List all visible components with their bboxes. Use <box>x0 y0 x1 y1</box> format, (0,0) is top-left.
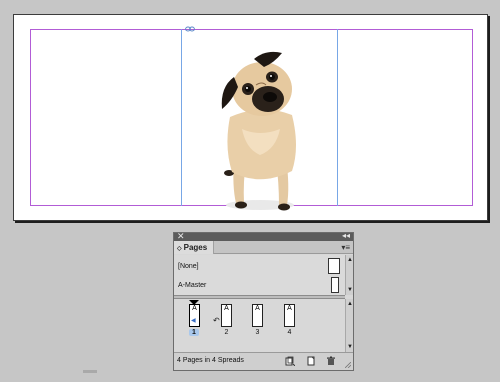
page-1[interactable]: A ◀ 1 ↶ <box>186 300 220 336</box>
page-master-prefix: A <box>255 305 260 312</box>
master-none-label[interactable]: [None] <box>178 263 199 270</box>
page-thumbnail[interactable]: A <box>284 304 295 327</box>
scroll-down-icon[interactable]: ▼ <box>346 286 354 294</box>
panel-menu-icon[interactable]: ▾≡ <box>341 242 350 253</box>
column-guide-left[interactable] <box>181 29 182 206</box>
page-3[interactable]: A 3 <box>249 304 267 336</box>
tab-pages[interactable]: ◇ Pages <box>174 241 214 254</box>
page-count-status: 4 Pages in 4 Spreads <box>177 357 244 364</box>
pug-photo[interactable] <box>212 37 310 213</box>
pages-panel: ✕ ◂◂ ◇ Pages ▾≡ [None] A-Master ▲ ▼ A ◀ 1… <box>173 231 354 371</box>
page-thumbnail[interactable]: A ◀ <box>189 304 200 327</box>
tab-pages-label: Pages <box>183 243 208 252</box>
page-master-prefix: A <box>192 305 197 312</box>
page-thumbnail[interactable]: A <box>252 304 263 327</box>
page-thumbnail[interactable]: A <box>221 304 232 327</box>
masters-section: [None] A-Master <box>174 255 345 295</box>
scroll-up-icon[interactable]: ▲ <box>346 256 354 264</box>
new-page-icon[interactable] <box>307 356 317 366</box>
scroll-up-icon[interactable]: ▲ <box>346 300 354 308</box>
page-number: 4 <box>287 329 292 336</box>
page-number: 1 <box>189 329 199 336</box>
trash-icon[interactable] <box>326 356 336 366</box>
panel-footer: 4 Pages in 4 Spreads <box>174 352 353 370</box>
master-a-thumbnail[interactable] <box>331 277 339 293</box>
page-number: 2 <box>224 329 229 336</box>
page-handle-icon: ◀ <box>191 318 196 324</box>
column-guide-right[interactable] <box>337 29 338 206</box>
document-spread[interactable] <box>13 14 488 221</box>
masters-scrollbar[interactable]: ▲ ▼ <box>345 255 353 295</box>
page-4[interactable]: A 4 <box>281 304 299 336</box>
page-master-prefix: A <box>224 305 229 312</box>
edit-page-size-icon[interactable] <box>285 356 295 366</box>
page-2[interactable]: A 2 <box>218 304 236 336</box>
panel-titlebar[interactable]: ✕ ◂◂ <box>174 231 353 241</box>
master-a-label[interactable]: A-Master <box>178 282 206 289</box>
tab-toggle-icon: ◇ <box>177 246 182 252</box>
link-icon <box>185 26 195 32</box>
master-none-thumbnail[interactable] <box>328 258 340 274</box>
pages-scrollbar[interactable]: ▲ ▼ <box>345 299 353 352</box>
resize-grip-icon[interactable] <box>345 362 351 368</box>
pages-section: A ◀ 1 ↶ A 2 A 3 A 4 <box>174 299 345 352</box>
page-master-prefix: A <box>287 305 292 312</box>
panel-tabbar: ◇ Pages ▾≡ <box>174 241 353 254</box>
scroll-down-icon[interactable]: ▼ <box>346 343 354 351</box>
panel-grip[interactable] <box>83 370 97 373</box>
page-number: 3 <box>255 329 260 336</box>
